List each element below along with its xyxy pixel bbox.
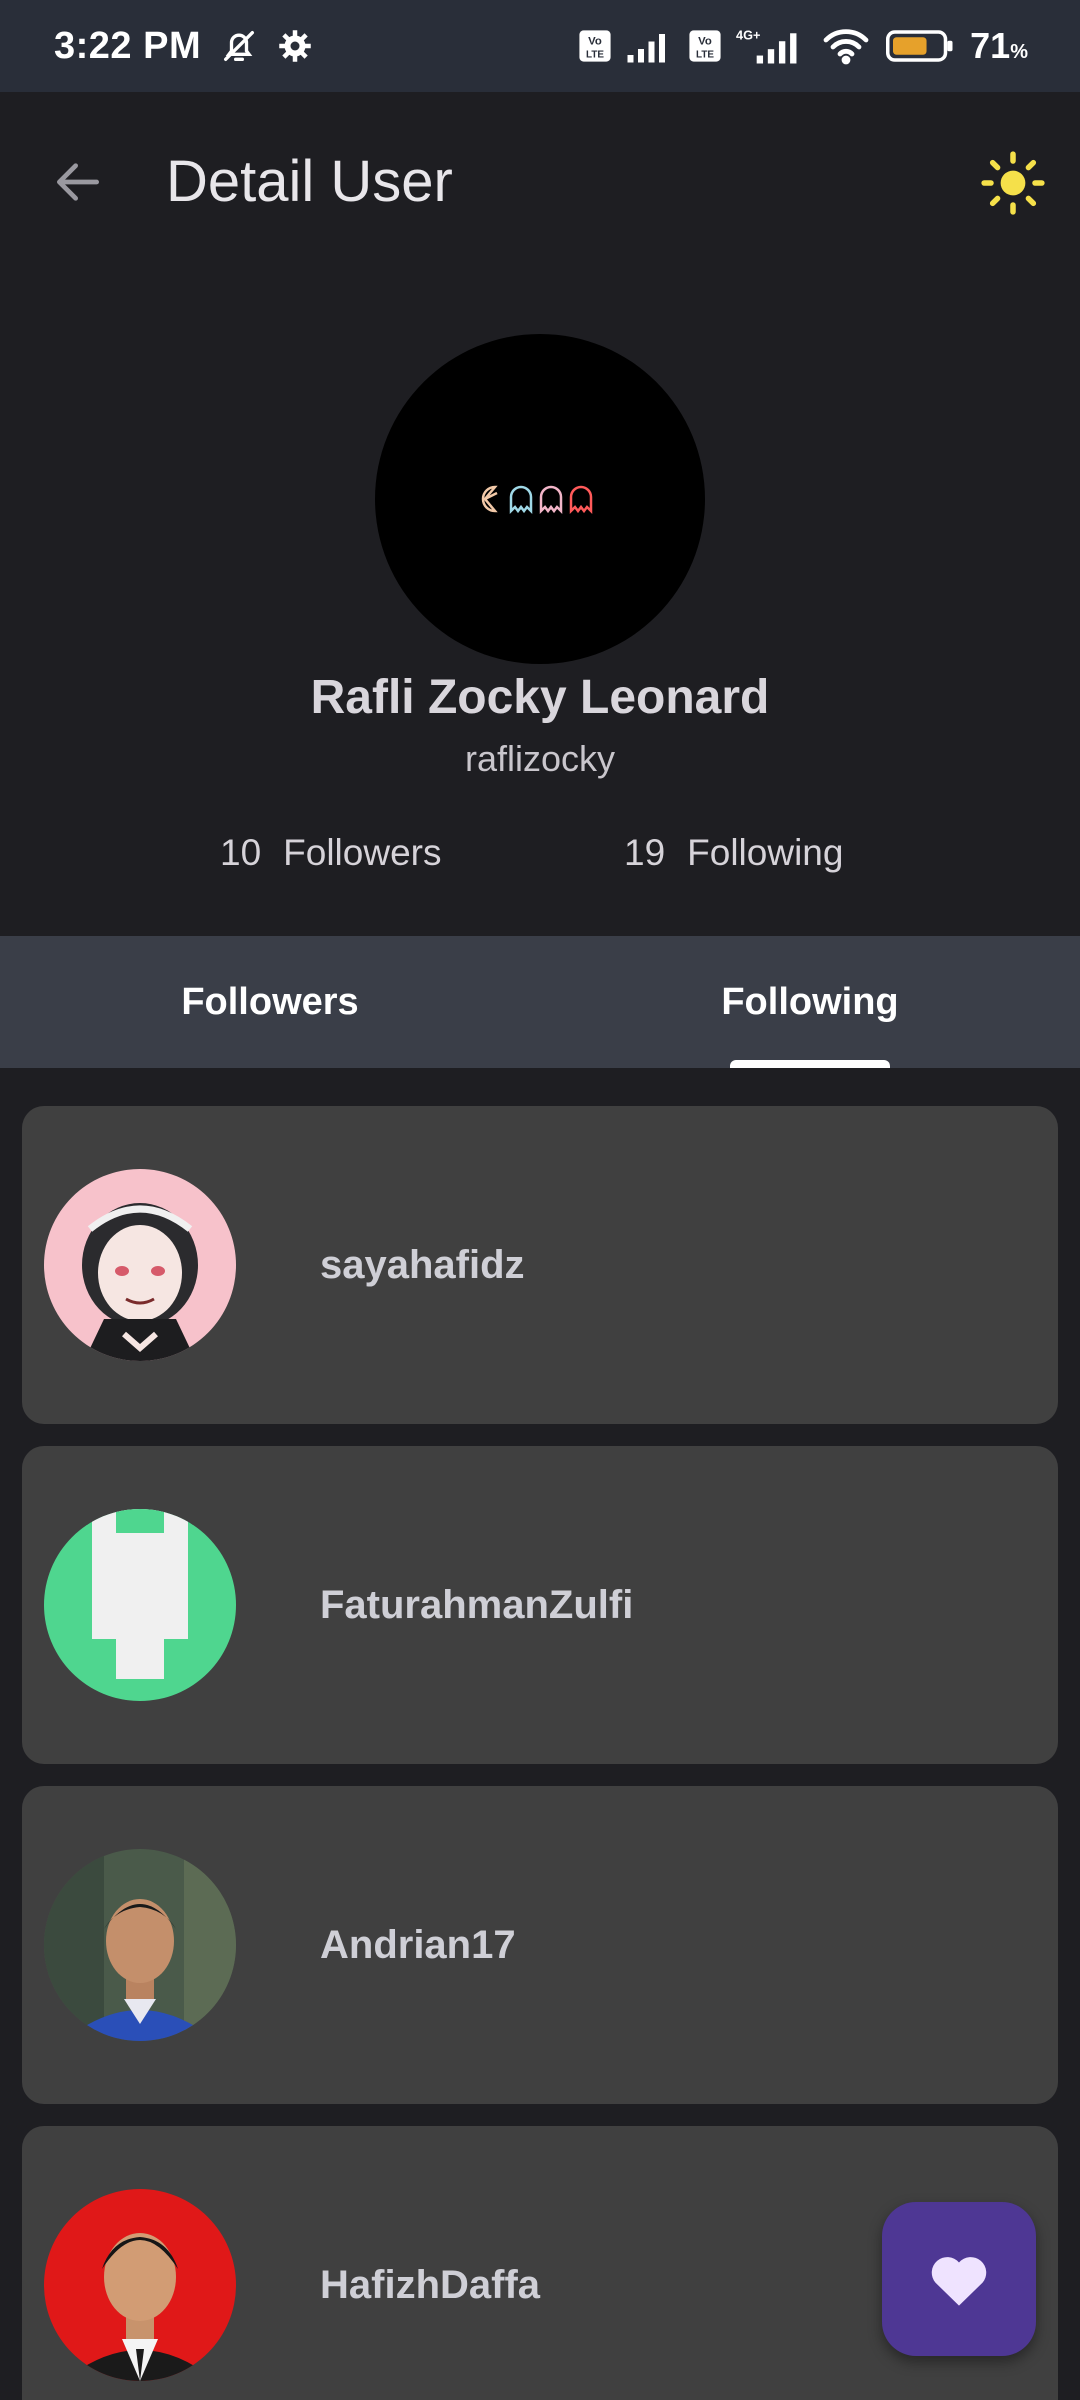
following-stat: 19 Following	[624, 832, 843, 874]
pacman-ghosts-image	[481, 485, 593, 515]
user-login: HafizhDaffa	[320, 2262, 541, 2307]
list-item[interactable]: Andrian17	[22, 1786, 1058, 2104]
avatar	[44, 1169, 236, 1361]
bell-off-icon	[219, 26, 259, 66]
user-login: FaturahmanZulfi	[320, 1582, 634, 1627]
page-title: Detail User	[166, 149, 453, 214]
svg-text:LTE: LTE	[586, 49, 604, 60]
svg-text:Vo: Vo	[698, 36, 712, 48]
battery-icon	[886, 28, 956, 64]
avatar	[44, 2189, 236, 2381]
followers-stat: 10 Followers	[220, 832, 441, 874]
followers-label: Followers	[283, 832, 442, 873]
tab-bar: Followers Following	[0, 936, 1080, 1068]
tab-indicator	[730, 1060, 890, 1068]
app-bar: Detail User	[0, 92, 1080, 272]
heart-icon	[931, 2257, 987, 2306]
wifi-icon	[820, 26, 872, 66]
avatar	[44, 1509, 236, 1701]
list-item[interactable]: FaturahmanZulfi	[22, 1446, 1058, 1764]
volte-icon: Vo LTE	[578, 29, 612, 63]
volte-icon: Vo LTE	[688, 29, 722, 63]
avatar	[44, 1849, 236, 2041]
battery-percent: 71%	[970, 25, 1028, 66]
user-list: sayahafidz FaturahmanZulfi Andrian17 Haf…	[0, 1068, 1080, 2400]
user-login: Andrian17	[320, 1922, 516, 1967]
favorite-button[interactable]	[882, 2202, 1036, 2356]
theme-toggle-button[interactable]	[980, 150, 1046, 216]
svg-text:LTE: LTE	[696, 49, 714, 60]
4g-signal-icon: 4G+	[736, 26, 806, 66]
tab-followers[interactable]: Followers	[0, 936, 540, 1068]
profile-header: Rafli Zocky Leonard raflizocky 10 Followe…	[0, 272, 1080, 936]
following-count: 19	[624, 832, 666, 873]
user-login: sayahafidz	[320, 1242, 525, 1287]
status-time: 3:22 PM	[54, 24, 202, 67]
back-button[interactable]	[50, 154, 106, 210]
svg-text:Vo: Vo	[588, 36, 602, 48]
profile-username: raflizocky	[464, 738, 616, 779]
settings-icon	[277, 28, 313, 64]
followers-count: 10	[220, 832, 262, 873]
following-label: Following	[687, 832, 844, 873]
profile-avatar	[375, 334, 705, 664]
status-bar: 3:22 PM Vo LTE Vo LTE 4G+ 71%	[0, 0, 1080, 92]
profile-name: Rafli Zocky Leonard	[310, 671, 770, 724]
list-item[interactable]: sayahafidz	[22, 1106, 1058, 1424]
sun-icon	[981, 151, 1045, 215]
signal-icon	[626, 28, 674, 64]
svg-text:4G+: 4G+	[736, 28, 760, 43]
tab-following[interactable]: Following	[540, 936, 1080, 1068]
arrow-left-icon	[57, 163, 99, 201]
